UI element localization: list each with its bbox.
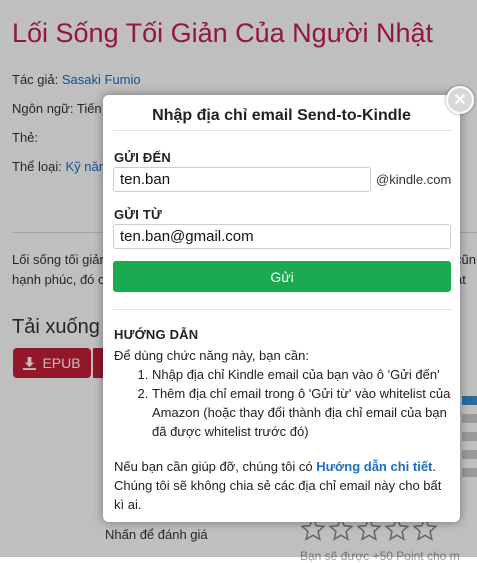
help-text: Nếu bạn cần giúp đỡ, chúng tôi có Hướng … [114,457,454,514]
guide-step: Thêm địa chỉ email trong ô 'Gửi từ' vào … [152,384,454,441]
to-label: GỬI ĐẾN [114,150,171,165]
send-to-kindle-modal: Nhập địa chỉ email Send-to-Kindle GỬI ĐẾ… [103,95,460,522]
guide-section: Để dùng chức năng này, bạn cần: Nhập địa… [114,346,454,441]
help-prefix: Nếu bạn cần giúp đỡ, chúng tôi có [114,459,317,474]
guide-step: Nhập địa chỉ Kindle email của bạn vào ô … [152,365,454,384]
kindle-domain-suffix: @kindle.com [376,172,452,187]
modal-title: Nhập địa chỉ email Send-to-Kindle [152,107,411,124]
guide-steps: Nhập địa chỉ Kindle email của bạn vào ô … [114,365,454,441]
send-button[interactable]: Gửi [113,261,451,292]
help-link[interactable]: Hướng dẫn chi tiết [316,459,432,474]
kindle-email-input[interactable] [113,167,371,192]
modal-divider [113,130,451,131]
guide-intro: Để dùng chức năng này, bạn cần: [114,348,309,363]
from-label: GỬI TỪ [114,207,163,222]
guide-title: HƯỚNG DẪN [114,327,199,342]
sender-email-input[interactable] [113,224,451,249]
close-icon[interactable]: ✕ [446,86,474,114]
modal-divider [113,309,451,310]
